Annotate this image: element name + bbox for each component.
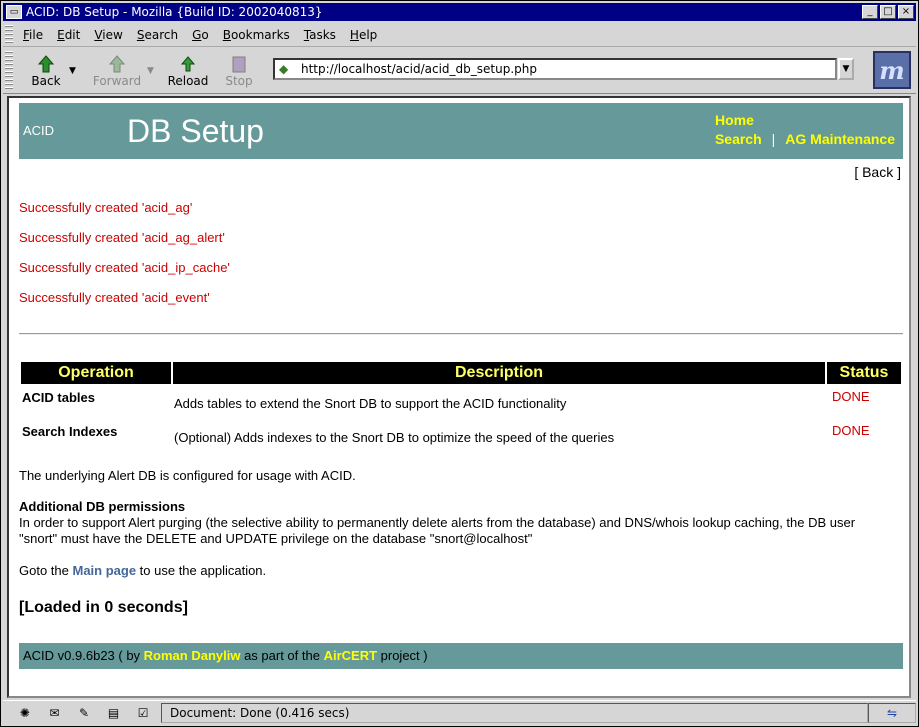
stop-icon bbox=[228, 54, 250, 74]
nav-search-link[interactable]: Search bbox=[715, 131, 762, 147]
chat-icon[interactable]: ☑ bbox=[131, 705, 155, 721]
back-icon bbox=[35, 54, 57, 74]
permissions-line-2: "snort" must have the DELETE and UPDATE … bbox=[19, 531, 533, 546]
window-menu-icon[interactable]: ▭ bbox=[6, 5, 22, 19]
operation-status: DONE bbox=[832, 423, 870, 438]
menu-bar: File Edit View Search Go Bookmarks Tasks… bbox=[3, 23, 916, 47]
operation-status: DONE bbox=[832, 389, 870, 404]
forward-icon bbox=[106, 54, 128, 74]
aircert-link[interactable]: AirCERT bbox=[324, 648, 377, 663]
col-status: Status bbox=[827, 362, 901, 384]
operation-name: ACID tables bbox=[22, 390, 95, 405]
divider bbox=[19, 333, 903, 335]
success-message: Successfully created 'acid_ip_cache' bbox=[19, 260, 230, 275]
forward-label: Forward bbox=[92, 73, 142, 88]
nav-separator: | bbox=[771, 131, 776, 147]
minimize-button[interactable]: _ bbox=[862, 5, 878, 19]
url-field[interactable]: ◆ http://localhost/acid/acid_db_setup.ph… bbox=[273, 58, 837, 80]
online-status-icon[interactable]: ⇋ bbox=[868, 702, 916, 723]
page-content: ACID DB Setup Home Search | AG Maintenance… bbox=[7, 96, 911, 698]
window-title: ACID: DB Setup - Mozilla {Build ID: 2002… bbox=[26, 5, 323, 19]
table-row: ACID tables Adds tables to extend the Sn… bbox=[21, 384, 901, 418]
close-button[interactable]: × bbox=[898, 5, 914, 19]
navigator-icon[interactable]: ✺ bbox=[13, 705, 37, 721]
status-text: Document: Done (0.416 secs) bbox=[161, 702, 868, 723]
address-book-icon[interactable]: ▤ bbox=[102, 705, 126, 721]
title-bar[interactable]: ▭ ACID: DB Setup - Mozilla {Build ID: 20… bbox=[3, 3, 916, 21]
menu-bookmarks[interactable]: Bookmarks bbox=[217, 28, 298, 42]
component-bar: ✺ ✉ ✎ ▤ ☑ bbox=[3, 705, 161, 721]
toolbar-grip[interactable] bbox=[5, 50, 13, 91]
url-history-dropdown[interactable]: ▼ bbox=[838, 58, 854, 80]
permissions-line-1: In order to support Alert purging (the s… bbox=[19, 515, 856, 530]
menubar-grip[interactable] bbox=[5, 24, 13, 45]
reload-icon bbox=[177, 54, 199, 74]
reload-button[interactable]: Reload bbox=[159, 50, 217, 92]
goto-text: Goto the Main page to use the applicatio… bbox=[19, 563, 267, 578]
composer-icon[interactable]: ✎ bbox=[72, 705, 96, 721]
back-dropdown-icon[interactable]: ▼ bbox=[69, 66, 81, 76]
app-name: ACID bbox=[23, 123, 55, 138]
stop-button[interactable]: Stop bbox=[217, 50, 261, 92]
back-label: Back bbox=[31, 73, 61, 88]
page-footer: ACID v0.9.6b23 ( by Roman Danyliw as par… bbox=[19, 643, 903, 669]
operation-description: (Optional) Adds indexes to the Snort DB … bbox=[174, 430, 615, 445]
menu-tasks[interactable]: Tasks bbox=[298, 28, 344, 42]
menu-go[interactable]: Go bbox=[186, 28, 217, 42]
nav-ag-maintenance-link[interactable]: AG Maintenance bbox=[785, 131, 895, 147]
reload-label: Reload bbox=[167, 73, 209, 88]
navigation-toolbar: Back ▼ Forward ▼ Reload Stop ◆ http://lo… bbox=[3, 48, 916, 94]
menu-search[interactable]: Search bbox=[131, 28, 186, 42]
site-icon: ◆ bbox=[279, 62, 289, 76]
forward-button[interactable]: Forward bbox=[81, 50, 153, 92]
stop-label: Stop bbox=[225, 73, 253, 88]
menu-file[interactable]: File bbox=[17, 28, 51, 42]
operations-table: Operation Description Status ACID tables… bbox=[19, 362, 903, 452]
table-row: Search Indexes (Optional) Adds indexes t… bbox=[21, 418, 901, 452]
table-header-row: Operation Description Status bbox=[21, 362, 901, 384]
maximize-button[interactable]: □ bbox=[880, 5, 896, 19]
menu-view[interactable]: View bbox=[88, 28, 130, 42]
nav-home-link[interactable]: Home bbox=[715, 112, 754, 128]
col-description: Description bbox=[173, 362, 825, 384]
success-message: Successfully created 'acid_ag_alert' bbox=[19, 230, 225, 245]
load-time: [Loaded in 0 seconds] bbox=[19, 599, 188, 616]
header-nav: Home Search | AG Maintenance bbox=[715, 111, 895, 149]
back-button[interactable]: Back bbox=[17, 50, 75, 92]
status-bar: ✺ ✉ ✎ ▤ ☑ Document: Done (0.416 secs) ⇋ bbox=[3, 700, 916, 724]
menu-edit[interactable]: Edit bbox=[51, 28, 88, 42]
author-link[interactable]: Roman Danyliw bbox=[144, 648, 241, 663]
menu-help[interactable]: Help bbox=[344, 28, 385, 42]
operation-name: Search Indexes bbox=[22, 424, 118, 439]
page-header: ACID DB Setup Home Search | AG Maintenance bbox=[19, 103, 903, 159]
forward-dropdown-icon[interactable]: ▼ bbox=[147, 66, 159, 76]
col-operation: Operation bbox=[21, 362, 171, 384]
operation-description: Adds tables to extend the Snort DB to su… bbox=[174, 396, 567, 411]
success-message: Successfully created 'acid_event' bbox=[19, 290, 210, 305]
mozilla-throbber-icon[interactable]: m bbox=[873, 51, 911, 89]
browser-window: ▭ ACID: DB Setup - Mozilla {Build ID: 20… bbox=[0, 0, 919, 727]
page-title: DB Setup bbox=[127, 113, 264, 149]
back-link[interactable]: [ Back ] bbox=[854, 164, 901, 180]
url-text: http://localhost/acid/acid_db_setup.php bbox=[301, 62, 537, 76]
success-message: Successfully created 'acid_ag' bbox=[19, 200, 193, 215]
main-page-link[interactable]: Main page bbox=[72, 563, 136, 578]
mail-icon[interactable]: ✉ bbox=[43, 705, 67, 721]
permissions-title: Additional DB permissions bbox=[19, 499, 186, 514]
configured-text: The underlying Alert DB is configured fo… bbox=[19, 468, 356, 483]
